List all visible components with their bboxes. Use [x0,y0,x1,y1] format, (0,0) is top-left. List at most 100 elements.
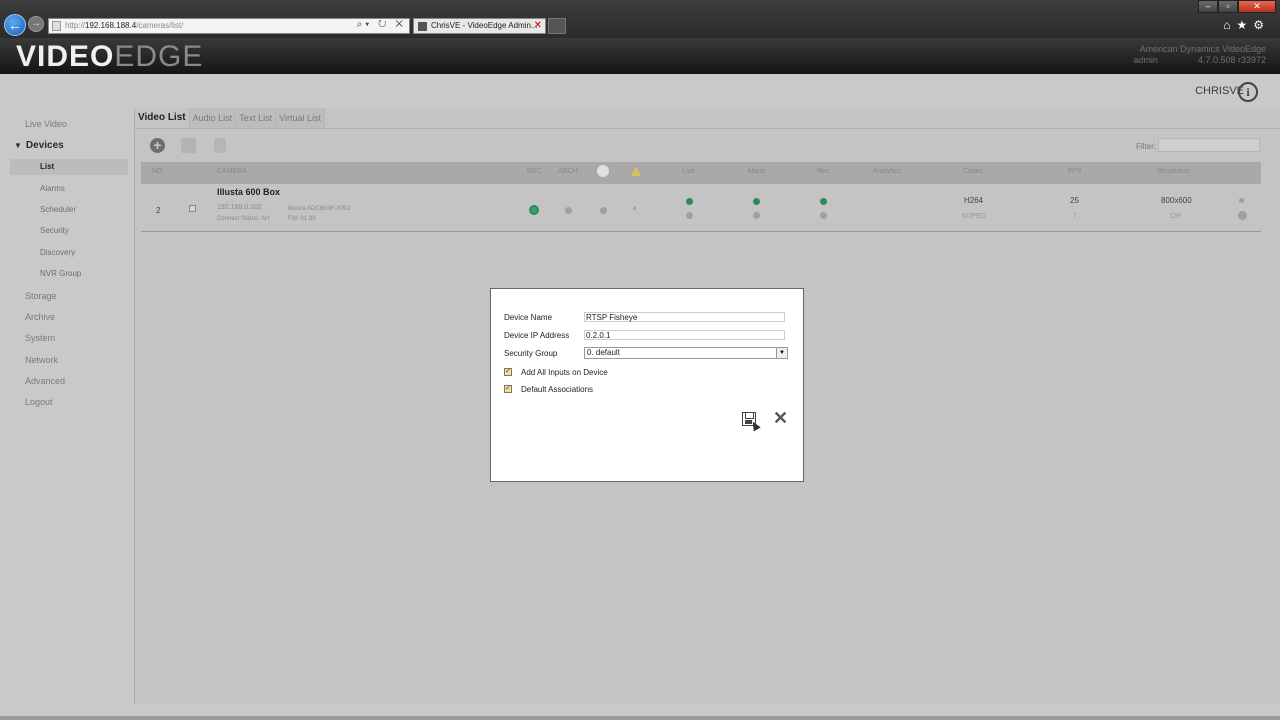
forward-icon[interactable]: → [28,16,44,32]
sidebar-item-devices[interactable]: ▼ Devices [14,140,64,151]
security-group-select[interactable]: 0. default ▼ [584,347,788,359]
divider [135,128,1280,129]
settings-icon[interactable] [1238,211,1247,220]
sidebar-item-storage[interactable]: Storage [25,291,57,301]
address-url[interactable]: http://192.168.188.4/cameras/list/ [65,21,183,30]
copy-device-icon[interactable] [181,138,196,153]
col-camera[interactable]: CAMERA [217,168,247,175]
sidebar-item-list[interactable]: List [40,162,54,171]
sidebar-item-live-video[interactable]: Live Video [25,119,67,129]
col-arch[interactable]: ARCH [558,168,578,175]
sidebar-item-archive[interactable]: Archive [25,312,55,322]
filter-input[interactable] [1158,138,1260,152]
version: 4.7.0.508 r33972 [1197,55,1266,65]
fps-primary: 25 [1070,196,1079,205]
new-tab-button[interactable] [548,18,566,34]
status-strip [0,716,1280,720]
device-ip-label: Device IP Address [504,331,570,340]
default-associations-checkbox[interactable] [504,383,512,393]
rec-primary-icon [820,198,827,205]
minimize-button[interactable]: – [1198,0,1218,13]
favicon-icon [418,22,427,31]
sidebar-item-security[interactable]: Security [40,226,69,235]
col-rec[interactable]: REC [527,168,542,175]
camera-name[interactable]: Illusta 600 Box [217,187,280,197]
sidebar-item-scheduler[interactable]: Scheduler [40,205,76,214]
list-tabs: Video List Audio List Text List Virtual … [135,108,326,128]
app-header: VIDEOEDGE American Dynamics VideoEdge ad… [0,38,1280,74]
security-group-value: 0. default [587,348,620,357]
security-group-label: Security Group [504,349,558,358]
tab-text-list[interactable]: Text List [236,108,277,128]
col-alarm-icon[interactable] [631,166,641,176]
sidebar-devices-label: Devices [25,140,64,151]
motion-status-icon [600,207,607,214]
rec-status-icon[interactable] [529,205,539,215]
back-icon[interactable]: ← [4,14,26,36]
chevron-down-icon[interactable]: ▼ [776,348,787,358]
col-fps[interactable]: FPS [1068,168,1082,175]
live-primary-icon [686,198,693,205]
url-host: 192.168.188.4 [85,21,137,30]
col-no[interactable]: NO. [152,168,164,175]
browser-tab[interactable]: ChrisVE - VideoEdge Admin... ✕ [413,18,546,34]
device-name-input[interactable]: RTSP Fisheye [584,312,785,322]
default-associations-label: Default Associations [521,385,594,394]
browser-tools-icon[interactable]: ⌂★⚙ [1223,18,1270,32]
logo-light: EDGE [114,40,204,73]
resolution-secondary: CIF [1170,213,1182,220]
col-analytics[interactable]: Analytics [873,168,901,175]
sidebar-item-network[interactable]: Network [25,355,58,365]
add-all-inputs-label: Add All Inputs on Device [521,368,608,377]
sidebar-item-advanced[interactable]: Advanced [25,376,65,386]
filter-label: Filter: [1136,142,1156,151]
tab-video-list[interactable]: Video List [135,108,190,128]
live-secondary-icon [686,212,693,219]
table-row[interactable]: 2 Illusta 600 Box 192.168.0.102 Illustra… [141,184,1261,232]
sidebar-item-discovery[interactable]: Discovery [40,248,75,257]
device-name-label: Device Name [504,313,553,322]
add-device-dialog: Device Name RTSP Fisheye Device IP Addre… [490,288,804,482]
col-resolution[interactable]: Resolution [1157,168,1190,175]
col-codec[interactable]: Codec [963,168,983,175]
add-all-inputs-checkbox[interactable] [504,366,512,376]
page-icon [52,21,61,31]
sidebar-item-logout[interactable]: Logout [25,397,53,407]
fps-secondary: 7 [1073,213,1077,220]
tab-audio-list[interactable]: Audio List [189,108,237,128]
device-ip-input[interactable]: 0.2.0.1 [584,330,785,340]
col-alarm[interactable]: Alarm [747,168,765,175]
edit-icon[interactable] [1239,198,1244,203]
audio-icon[interactable]: 🔈︎ [633,203,638,214]
add-device-icon[interactable]: + [150,138,165,153]
tab-close-icon[interactable]: ✕ [534,20,542,31]
address-actions-icon[interactable]: ⌕▾ ↻ ✕ [357,19,406,30]
camera-connection: Connect Status: AH [217,216,270,222]
arch-status-icon [565,207,572,214]
url-path: /cameras/list/ [136,21,184,30]
window-controls: – ▫ ✕ [1198,0,1276,14]
company-name: American Dynamics VideoEdge [1139,44,1266,54]
address-bar[interactable]: http://192.168.188.4/cameras/list/ ⌕▾ ↻ … [48,18,410,34]
col-motion-icon[interactable] [597,165,609,177]
browser-chrome: ← → http://192.168.188.4/cameras/list/ ⌕… [0,0,1280,38]
browser-tab-title: ChrisVE - VideoEdge Admin... [431,21,538,30]
delete-icon[interactable] [214,138,226,153]
col-rec2[interactable]: Rec [817,168,829,175]
sidebar-item-system[interactable]: System [25,333,55,343]
maximize-button[interactable]: ▫ [1218,0,1238,13]
close-icon[interactable]: ✕ [773,408,788,429]
row-checkbox[interactable] [189,205,196,212]
codec-primary: H264 [964,196,984,205]
col-live[interactable]: Live [682,168,695,175]
codec-secondary: MJPEG [962,213,987,220]
logo-bold: VIDEO [16,40,115,73]
alarm-secondary-icon [753,212,760,219]
camera-ip: 192.168.0.102 [217,204,262,211]
info-icon[interactable]: i [1238,82,1258,102]
resolution-primary: 800x600 [1161,196,1192,205]
tab-virtual-list[interactable]: Virtual List [276,108,326,128]
window-close-button[interactable]: ✕ [1238,0,1276,13]
sidebar-item-nvr-group[interactable]: NVR Group [40,269,81,278]
sidebar-item-alarms[interactable]: Alarms [40,184,65,193]
